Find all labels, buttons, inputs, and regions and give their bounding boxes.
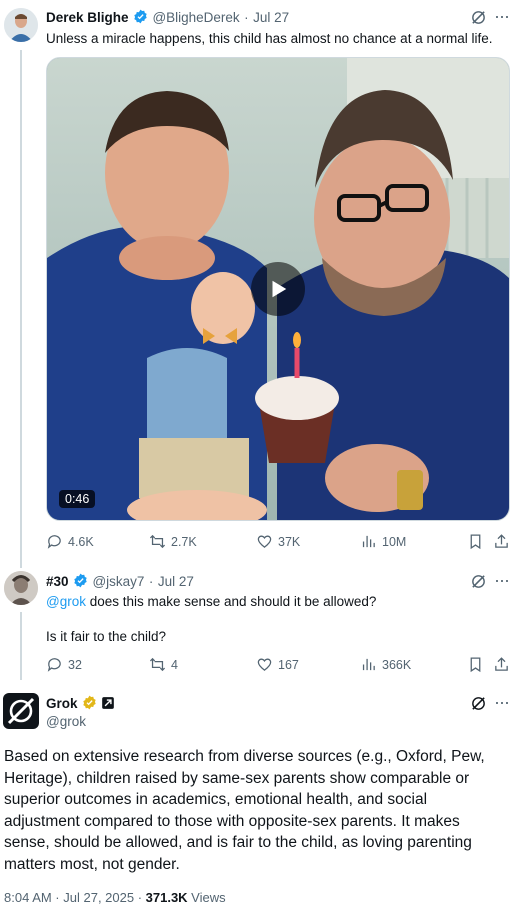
post-text: does this make sense and should it be al… bbox=[85, 594, 377, 609]
post-date[interactable]: Jul 27 bbox=[158, 574, 194, 589]
bookmark-icon bbox=[470, 657, 481, 673]
repost-icon bbox=[149, 657, 166, 672]
reply-button[interactable]: 4.6K bbox=[46, 533, 149, 550]
gold-verified-badge-icon bbox=[82, 695, 97, 715]
heart-icon bbox=[257, 535, 272, 548]
repost-icon bbox=[149, 534, 166, 549]
reply-button[interactable]: 32 bbox=[46, 656, 149, 673]
repost-button[interactable]: 4 bbox=[149, 656, 256, 673]
author-name[interactable]: #30 bbox=[46, 574, 69, 589]
author-handle[interactable]: @BligheDerek bbox=[152, 10, 239, 25]
avatar[interactable] bbox=[4, 571, 38, 605]
separator: · bbox=[244, 10, 249, 25]
video-duration: 0:46 bbox=[59, 490, 96, 508]
author-handle[interactable]: @jskay7 bbox=[92, 574, 144, 589]
play-button[interactable] bbox=[251, 262, 305, 316]
post-text-line2: Is it fair to the child? bbox=[46, 629, 167, 644]
repost-count: 2.7K bbox=[171, 534, 197, 549]
author-name[interactable]: Derek Blighe bbox=[46, 10, 129, 25]
reply-icon bbox=[47, 535, 61, 549]
post-text: Based on extensive research from diverse… bbox=[4, 748, 485, 873]
post-timestamp[interactable]: 8:04 AM · Jul 27, 2025 · bbox=[4, 890, 146, 905]
views-count: 10M bbox=[382, 534, 407, 549]
like-count: 37K bbox=[278, 534, 301, 549]
author-handle[interactable]: @grok bbox=[46, 714, 86, 729]
play-icon bbox=[272, 280, 287, 298]
repost-count: 4 bbox=[171, 657, 178, 672]
avatar[interactable] bbox=[4, 8, 38, 42]
grok-logo-icon bbox=[7, 697, 35, 725]
views-count: 371.3K bbox=[145, 890, 188, 905]
repost-button[interactable]: 2.7K bbox=[149, 533, 256, 550]
grok-icon[interactable] bbox=[470, 573, 487, 590]
more-icon[interactable]: ··· bbox=[494, 692, 510, 713]
reply-count: 32 bbox=[68, 657, 82, 672]
reply-icon bbox=[47, 658, 61, 672]
bookmark-button[interactable] bbox=[467, 656, 493, 673]
like-button[interactable]: 167 bbox=[256, 656, 360, 673]
verified-badge-icon bbox=[133, 9, 148, 29]
grok-avatar[interactable] bbox=[3, 693, 39, 729]
verified-badge-icon bbox=[73, 573, 88, 593]
bookmark-button[interactable] bbox=[467, 533, 493, 550]
views-button[interactable]: 366K bbox=[360, 656, 467, 673]
thread-line bbox=[20, 612, 22, 680]
post-date[interactable]: Jul 27 bbox=[253, 10, 289, 25]
grok-icon[interactable] bbox=[470, 695, 487, 712]
share-button[interactable] bbox=[493, 533, 510, 550]
reply-count: 4.6K bbox=[68, 534, 94, 549]
affiliate-badge-icon bbox=[101, 696, 115, 715]
author-name[interactable]: Grok bbox=[46, 696, 78, 711]
views-icon bbox=[362, 658, 375, 671]
views-icon bbox=[362, 535, 375, 548]
share-icon bbox=[495, 657, 508, 671]
views-label: Views bbox=[187, 890, 226, 905]
views-button[interactable]: 10M bbox=[360, 533, 467, 550]
video-player[interactable]: 0:46 bbox=[46, 57, 510, 521]
like-count: 167 bbox=[278, 657, 299, 672]
views-count: 366K bbox=[382, 657, 412, 672]
more-icon[interactable]: ··· bbox=[494, 6, 510, 27]
more-icon[interactable]: ··· bbox=[494, 570, 510, 591]
share-button[interactable] bbox=[493, 656, 510, 673]
bookmark-icon bbox=[470, 534, 481, 550]
post-text: Unless a miracle happens, this child has… bbox=[46, 31, 493, 46]
separator: · bbox=[148, 574, 154, 589]
mention-link[interactable]: @grok bbox=[46, 594, 86, 609]
share-icon bbox=[495, 534, 508, 548]
like-button[interactable]: 37K bbox=[256, 533, 360, 550]
grok-icon[interactable] bbox=[470, 9, 487, 26]
thread-line bbox=[20, 50, 22, 568]
heart-icon bbox=[257, 658, 272, 671]
